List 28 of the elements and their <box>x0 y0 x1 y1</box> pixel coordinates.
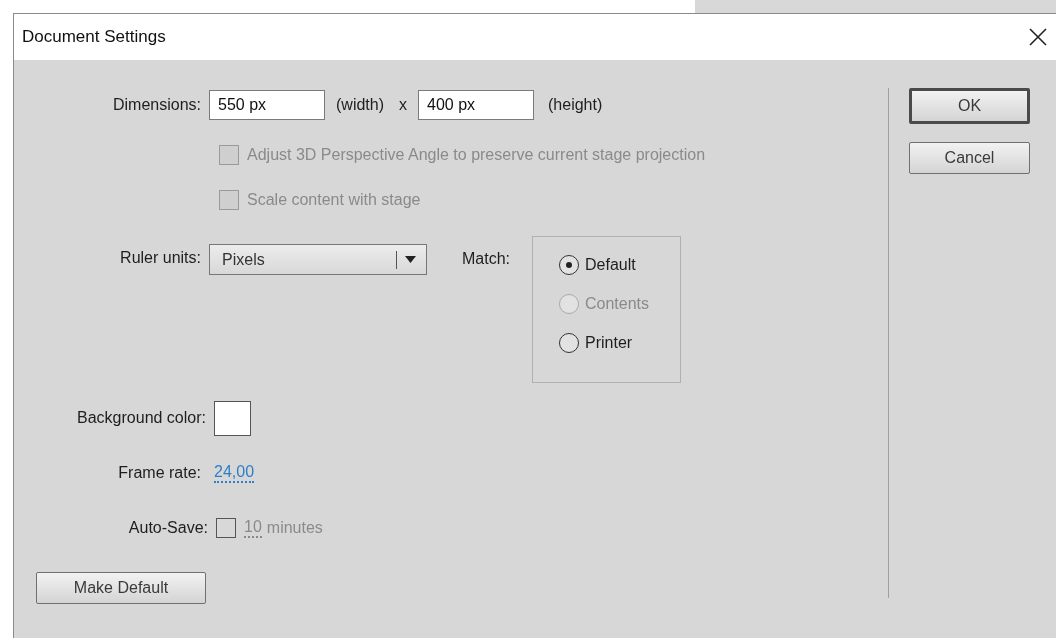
make-default-button[interactable]: Make Default <box>36 572 206 604</box>
field-label: Frame rate: <box>118 464 201 481</box>
cancel-button[interactable]: Cancel <box>909 142 1030 174</box>
height-field[interactable]: 400 px <box>418 90 534 120</box>
checkbox-label: Adjust 3D Perspective Angle to preserve current stage projection <box>247 146 706 164</box>
radio-button[interactable] <box>559 255 579 275</box>
field-label: Ruler units: <box>120 249 201 266</box>
ruler-units-dropdown[interactable]: Pixels <box>209 244 427 275</box>
ok-button[interactable]: OK <box>909 88 1030 124</box>
checkbox-label: Scale content with stage <box>247 191 421 209</box>
width-field[interactable]: 550 px <box>209 90 325 120</box>
dropdown-arrow-icon <box>405 256 416 263</box>
radio-button[interactable] <box>559 333 579 353</box>
radio-label: Printer <box>585 334 633 352</box>
radio-label: Contents <box>585 295 650 313</box>
unit-label: minutes <box>266 519 323 537</box>
field-label: Dimensions: <box>112 96 201 113</box>
window-title: Document Settings <box>22 27 166 47</box>
radio-label: Default <box>585 256 636 274</box>
checkbox[interactable] <box>216 518 236 538</box>
field-label: Background color: <box>77 409 206 426</box>
match-label: Match: <box>462 250 510 268</box>
unit-label: (height) <box>548 96 603 114</box>
color-swatch[interactable] <box>214 400 251 436</box>
unit-label: (width) <box>336 96 384 114</box>
close-icon[interactable] <box>1028 27 1048 47</box>
times-label: x <box>399 96 407 114</box>
field-label: Auto-Save: <box>128 519 208 536</box>
